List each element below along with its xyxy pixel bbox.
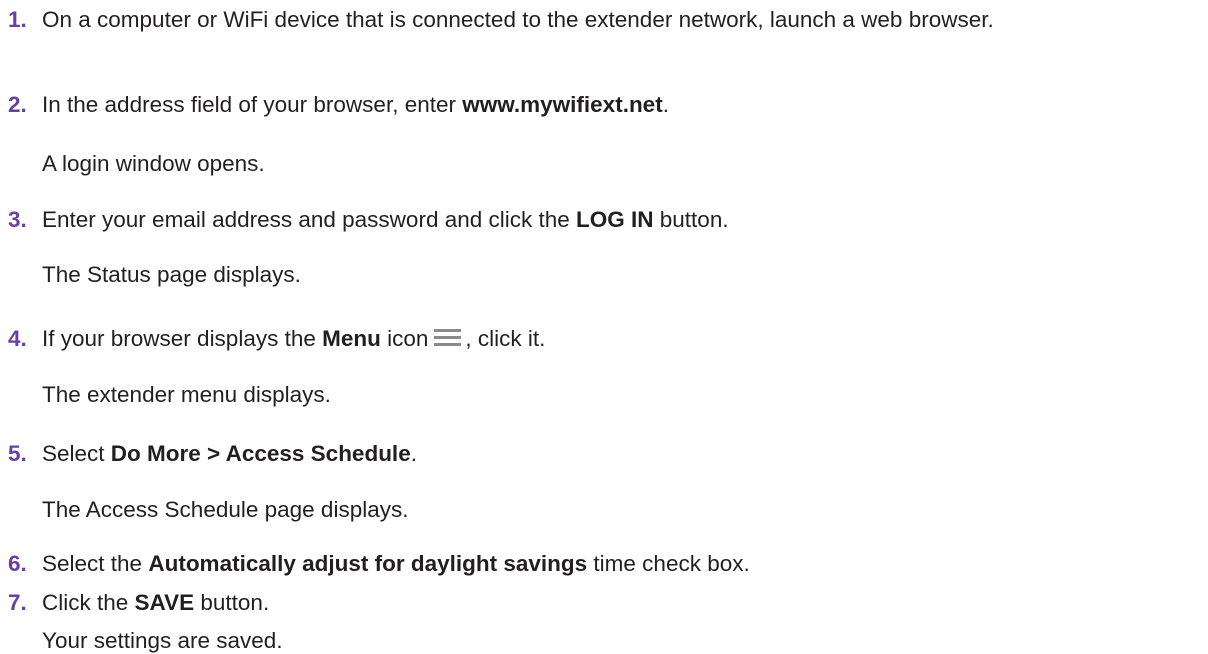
step-text: On a computer or WiFi device that is con…	[42, 7, 994, 32]
step-number: 3.	[8, 207, 27, 232]
step-number: 6.	[8, 551, 27, 576]
step-text: If your browser displays the Menu icon, …	[42, 326, 546, 351]
step-number: 2.	[8, 92, 27, 117]
step-number: 7.	[8, 590, 27, 615]
step-text: Select the Automatically adjust for dayl…	[42, 551, 750, 576]
step-2-result: A login window opens.	[42, 151, 265, 176]
step-7-result: Your settings are saved.	[42, 628, 283, 653]
menu-path: Do More > Access Schedule	[110, 441, 411, 466]
url-text: www.mywifiext.net	[462, 92, 663, 117]
step-number: 4.	[8, 326, 27, 351]
menu-icon	[434, 329, 462, 347]
step-3-result: The Status page displays.	[42, 262, 301, 287]
step-text: Select Do More > Access Schedule.	[42, 441, 417, 466]
step-number: 5.	[8, 441, 27, 466]
step-text: Enter your email address and password an…	[42, 207, 729, 232]
menu-label: Menu	[322, 326, 381, 351]
login-button-label: LOG IN	[576, 207, 654, 232]
step-text: In the address field of your browser, en…	[42, 92, 669, 117]
step-number: 1.	[8, 7, 27, 32]
step-4-result: The extender menu displays.	[42, 382, 331, 407]
step-5-result: The Access Schedule page displays.	[42, 497, 409, 522]
checkbox-label: Automatically adjust for daylight saving…	[148, 551, 588, 576]
step-text: Click the SAVE button.	[42, 590, 270, 615]
save-button-label: SAVE	[134, 590, 195, 615]
